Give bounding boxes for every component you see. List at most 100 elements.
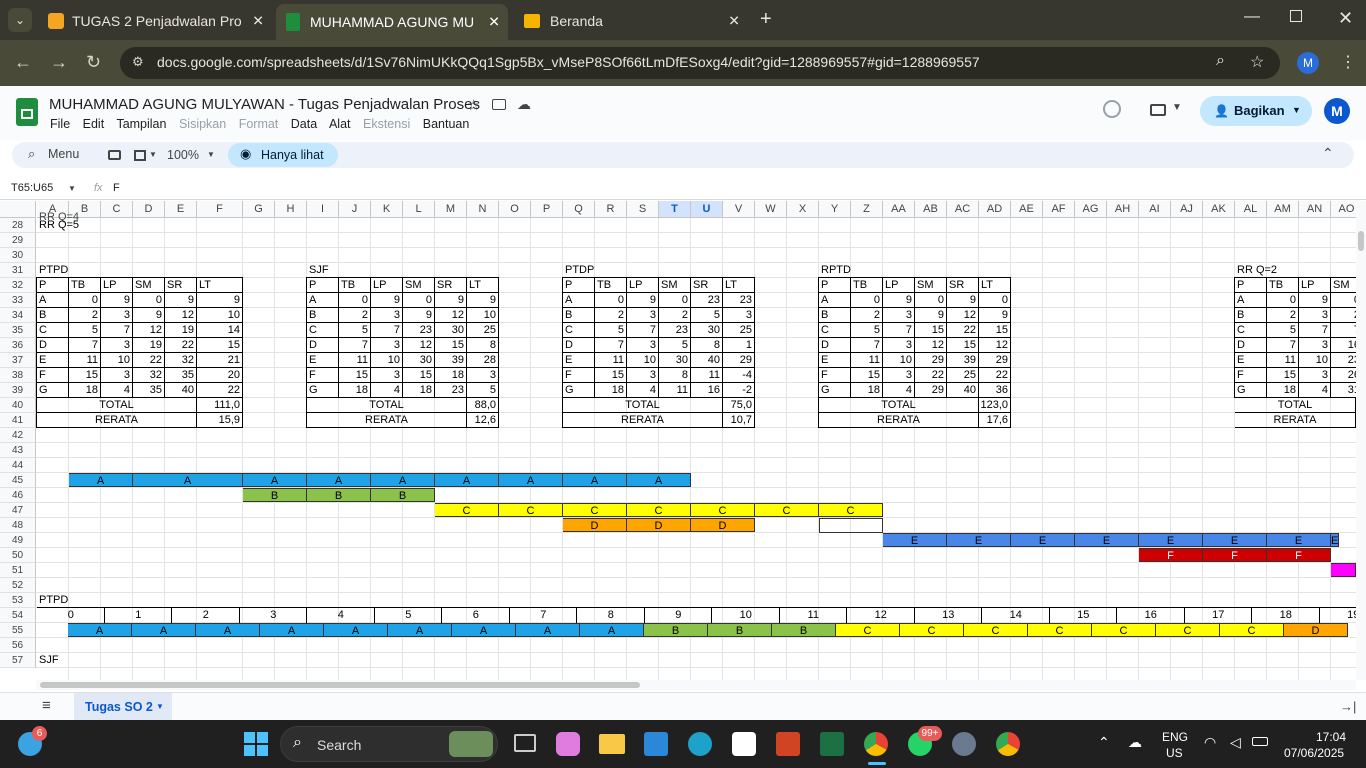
row-header-57[interactable]: 57: [0, 653, 36, 668]
minimize-button[interactable]: —: [1244, 8, 1260, 26]
excel-icon[interactable]: [820, 732, 844, 756]
row-header-29[interactable]: 29: [0, 233, 36, 248]
tray-overflow-icon[interactable]: ⌃: [1098, 734, 1110, 751]
column-header-f[interactable]: F: [197, 201, 243, 218]
close-icon[interactable]: ✕: [252, 13, 264, 30]
column-header-l[interactable]: L: [403, 201, 435, 218]
sheet-tab-active[interactable]: Tugas SO 2 ▼: [74, 693, 172, 721]
vertical-scroll-thumb[interactable]: [1358, 231, 1364, 251]
doc-title[interactable]: MUHAMMAD AGUNG MULYAWAN - Tugas Penjadwa…: [49, 96, 480, 113]
task-view-icon[interactable]: [514, 734, 536, 752]
tab-search-button[interactable]: ⌄: [8, 8, 32, 32]
row-header-38[interactable]: 38: [0, 368, 36, 383]
history-icon[interactable]: [1103, 100, 1121, 118]
row-header-54[interactable]: 54: [0, 608, 36, 623]
url-text[interactable]: docs.google.com/spreadsheets/d/1Sv76NimU…: [157, 54, 980, 70]
name-box[interactable]: T65:U65: [11, 182, 53, 194]
capcut-icon[interactable]: [732, 732, 756, 756]
column-header-ab[interactable]: AB: [915, 201, 947, 218]
column-header-s[interactable]: S: [627, 201, 659, 218]
back-icon[interactable]: ←: [14, 52, 32, 73]
chrome-profile2-icon[interactable]: [996, 732, 1020, 756]
menu-edit[interactable]: Edit: [83, 117, 105, 131]
column-header-ah[interactable]: AH: [1107, 201, 1139, 218]
account-avatar[interactable]: M: [1324, 98, 1350, 124]
omnibox[interactable]: ⚙ docs.google.com/spreadsheets/d/1Sv76Ni…: [120, 47, 1280, 79]
menu-file[interactable]: File: [50, 117, 70, 131]
row-header-30[interactable]: 30: [0, 248, 36, 263]
row-header-42[interactable]: 42: [0, 428, 36, 443]
taskbar-search[interactable]: ⌕ Search: [280, 726, 498, 762]
row-header-50[interactable]: 50: [0, 548, 36, 563]
forward-icon[interactable]: →: [50, 52, 68, 73]
column-header-n[interactable]: N: [467, 201, 499, 218]
powerpoint-icon[interactable]: [776, 732, 800, 756]
spreadsheet-grid[interactable]: A B C D E F G H I J K L M N O P Q R S T U V W X Y Z AA AB AC AD AE AF AG…: [0, 201, 1356, 680]
row-header-37[interactable]: 37: [0, 353, 36, 368]
column-header-d[interactable]: D: [133, 201, 165, 218]
column-header-af[interactable]: AF: [1043, 201, 1075, 218]
menu-view[interactable]: Tampilan: [116, 117, 166, 131]
menu-help[interactable]: Bantuan: [423, 117, 470, 131]
column-header-ag[interactable]: AG: [1075, 201, 1107, 218]
column-header-o[interactable]: O: [499, 201, 531, 218]
collapse-toolbar-icon[interactable]: ⌃: [1322, 145, 1334, 162]
row-header-41[interactable]: 41: [0, 413, 36, 428]
wifi-icon[interactable]: ◠: [1204, 734, 1216, 751]
column-header-ac[interactable]: AC: [947, 201, 979, 218]
grid-dropdown-icon[interactable]: ▼: [149, 150, 157, 159]
formula-input[interactable]: F: [113, 182, 120, 194]
battery-icon[interactable]: [1252, 737, 1268, 746]
column-header-ak[interactable]: AK: [1203, 201, 1235, 218]
zoom-icon[interactable]: ⌕: [1216, 52, 1225, 70]
column-header-q[interactable]: Q: [563, 201, 595, 218]
name-box-dropdown-icon[interactable]: ▼: [68, 184, 76, 193]
column-header-ae[interactable]: AE: [1011, 201, 1043, 218]
column-header-w[interactable]: W: [755, 201, 787, 218]
row-header-47[interactable]: 47: [0, 503, 36, 518]
row-header-55[interactable]: 55: [0, 623, 36, 638]
profile-avatar[interactable]: M: [1297, 52, 1319, 74]
close-window-button[interactable]: ✕: [1338, 8, 1353, 29]
row-header-36[interactable]: 36: [0, 338, 36, 353]
browser-tab-sheets[interactable]: MUHAMMAD AGUNG MULYAWAN - Tugas Penjadwa…: [276, 4, 508, 40]
explore-arrow-icon[interactable]: →|: [1340, 699, 1356, 714]
print-icon[interactable]: [108, 150, 121, 160]
zoom-select[interactable]: 100%: [167, 148, 199, 162]
clock-time[interactable]: 17:04: [1316, 730, 1346, 744]
site-info-icon[interactable]: ⚙: [132, 54, 144, 70]
meet-dropdown-icon[interactable]: ▼: [1172, 102, 1182, 113]
row-header-39[interactable]: 39: [0, 383, 36, 398]
volume-icon[interactable]: ◁: [1230, 734, 1241, 751]
column-header-aj[interactable]: AJ: [1171, 201, 1203, 218]
clock-date[interactable]: 07/06/2025: [1284, 746, 1344, 760]
row-header-45[interactable]: 45: [0, 473, 36, 488]
lang-line2[interactable]: US: [1166, 746, 1183, 760]
reload-icon[interactable]: ↻: [86, 52, 101, 73]
folder-icon[interactable]: [492, 99, 506, 110]
chrome-icon[interactable]: [864, 732, 888, 756]
share-dropdown-icon[interactable]: ▼: [1292, 105, 1301, 115]
column-header-ad[interactable]: AD: [979, 201, 1011, 218]
row-header-28[interactable]: 28: [0, 218, 36, 233]
column-header-j[interactable]: J: [339, 201, 371, 218]
column-header-r[interactable]: R: [595, 201, 627, 218]
close-icon[interactable]: ✕: [728, 13, 740, 30]
horizontal-scroll-thumb[interactable]: [40, 682, 640, 688]
share-button[interactable]: 👤 Bagikan ▼: [1200, 96, 1312, 126]
column-header-t[interactable]: T: [659, 201, 691, 218]
row-header-34[interactable]: 34: [0, 308, 36, 323]
menu-insert[interactable]: Sisipkan: [179, 117, 226, 131]
edge-icon[interactable]: [688, 732, 712, 756]
row-header-53[interactable]: 53: [0, 593, 36, 608]
row-header-43[interactable]: 43: [0, 443, 36, 458]
file-explorer-icon[interactable]: [599, 734, 625, 754]
store-icon[interactable]: [644, 732, 668, 756]
column-header-u[interactable]: U: [691, 201, 723, 218]
settings-icon[interactable]: [952, 732, 976, 756]
row-header-40[interactable]: 40: [0, 398, 36, 413]
column-header-p[interactable]: P: [531, 201, 563, 218]
row-header-46[interactable]: 46: [0, 488, 36, 503]
all-sheets-icon[interactable]: ≡: [42, 697, 51, 714]
column-header-m[interactable]: M: [435, 201, 467, 218]
